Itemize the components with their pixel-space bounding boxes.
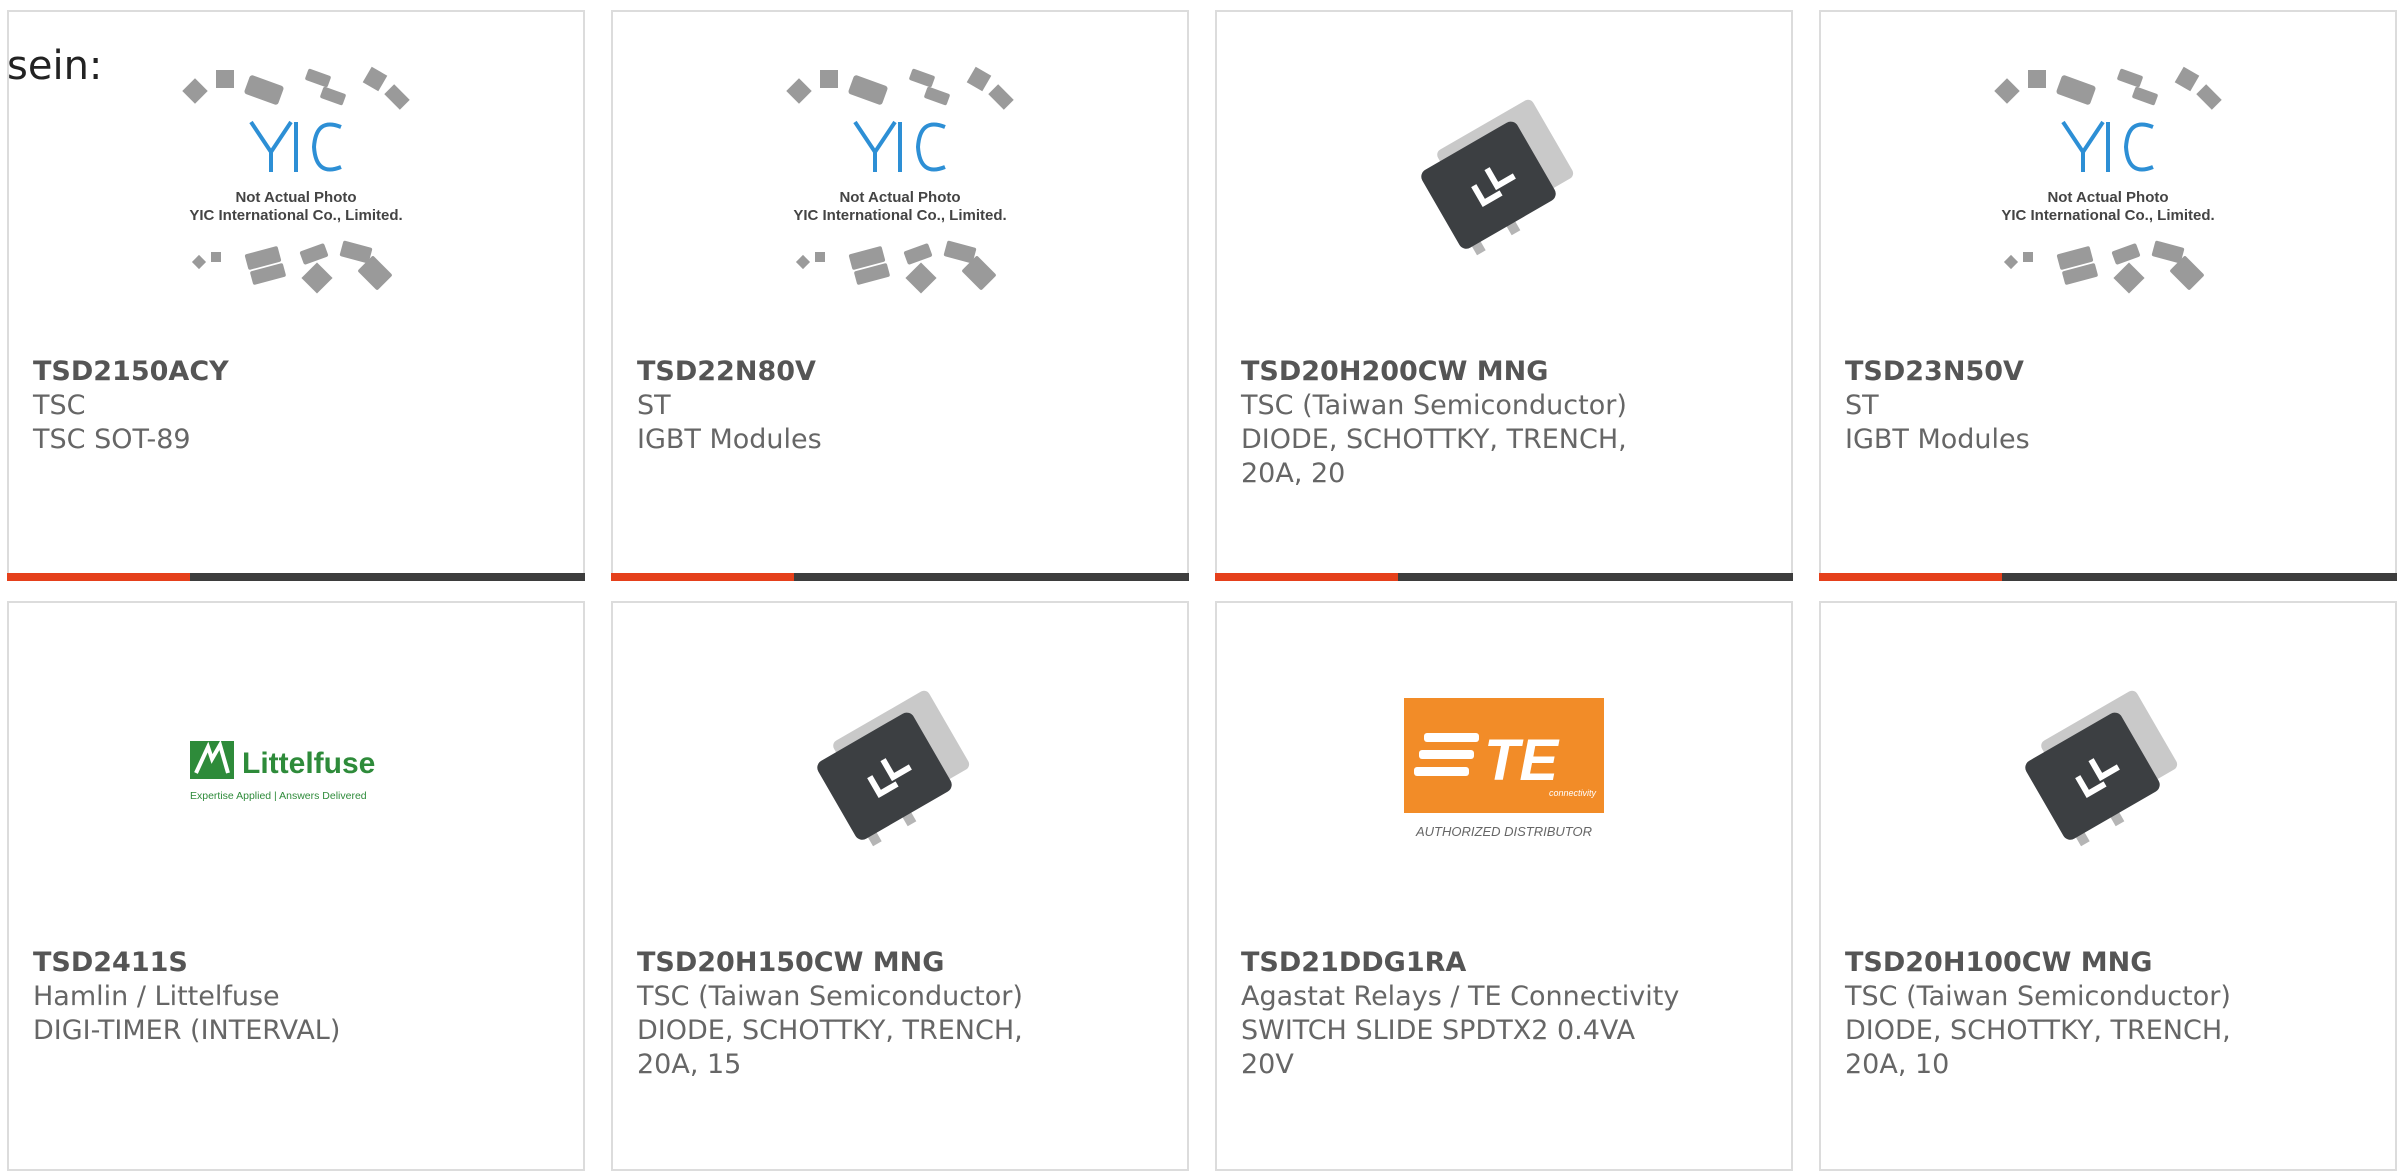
- description: 20A, 20: [1241, 458, 1346, 489]
- description: DIODE, SCHOTTKY, TRENCH,: [637, 1015, 1023, 1046]
- description: IGBT Modules: [1845, 424, 2030, 455]
- product-image-logo: TE connectivity AUTHORIZED DISTRIBUTOR: [1217, 603, 1791, 943]
- card-accent-bar: [7, 573, 585, 581]
- svg-text:Not Actual Photo: Not Actual Photo: [235, 189, 356, 206]
- manufacturer: TSC (Taiwan Semiconductor): [1845, 981, 2231, 1012]
- product-card[interactable]: TSD20H200CW MNG TSC (Taiwan Semiconducto…: [1215, 10, 1793, 581]
- manufacturer: TSC: [33, 390, 86, 421]
- product-card[interactable]: TE connectivity AUTHORIZED DISTRIBUTOR T…: [1215, 601, 1793, 1171]
- product-card[interactable]: Not Actual Photo YIC International Co., …: [7, 10, 585, 581]
- description: 20A, 15: [637, 1049, 742, 1080]
- product-card[interactable]: Littelfuse Expertise Applied | Answers D…: [7, 601, 585, 1171]
- card-accent-bar: [1215, 573, 1793, 581]
- part-number[interactable]: TSD20H150CW MNG: [637, 946, 1097, 980]
- product-image-logo: Littelfuse Expertise Applied | Answers D…: [9, 603, 583, 943]
- description: SWITCH SLIDE SPDTX2 0.4VA: [1241, 1015, 1636, 1046]
- description: DIGI-TIMER (INTERVAL): [33, 1015, 341, 1046]
- svg-text:Expertise Applied | Answers De: Expertise Applied | Answers Delivered: [190, 790, 367, 802]
- svg-text:YIC International Co., Limited: YIC International Co., Limited.: [189, 207, 402, 224]
- product-image-placeholder: Not Actual Photo YIC International Co., …: [1821, 12, 2395, 352]
- product-card[interactable]: Not Actual Photo YIC International Co., …: [611, 10, 1189, 581]
- part-number[interactable]: TSD21DDG1RA: [1241, 946, 1701, 980]
- svg-text:Not Actual Photo: Not Actual Photo: [839, 189, 960, 206]
- svg-text:Not Actual Photo: Not Actual Photo: [2047, 189, 2168, 206]
- part-number[interactable]: TSD2150ACY: [33, 355, 493, 389]
- part-number[interactable]: TSD22N80V: [637, 355, 1097, 389]
- description: DIODE, SCHOTTKY, TRENCH,: [1241, 424, 1627, 455]
- part-number[interactable]: TSD20H200CW MNG: [1241, 355, 1701, 389]
- manufacturer: Hamlin / Littelfuse: [33, 981, 280, 1012]
- svg-text:YIC International Co., Limited: YIC International Co., Limited.: [2001, 207, 2214, 224]
- part-number[interactable]: TSD2411S: [33, 946, 493, 980]
- product-card[interactable]: Not Actual Photo YIC International Co., …: [1819, 10, 2397, 581]
- manufacturer: Agastat Relays / TE Connectivity: [1241, 981, 1680, 1012]
- manufacturer: TSC (Taiwan Semiconductor): [1241, 390, 1627, 421]
- part-number[interactable]: TSD23N50V: [1845, 355, 2305, 389]
- description: 20V: [1241, 1049, 1294, 1080]
- description: DIODE, SCHOTTKY, TRENCH,: [1845, 1015, 2231, 1046]
- product-image-placeholder: Not Actual Photo YIC International Co., …: [613, 12, 1187, 352]
- svg-text:Littelfuse: Littelfuse: [242, 747, 375, 780]
- description: IGBT Modules: [637, 424, 822, 455]
- product-image-chip: [1821, 603, 2395, 943]
- svg-text:connectivity: connectivity: [1549, 788, 1597, 798]
- product-card[interactable]: TSD20H150CW MNG TSC (Taiwan Semiconducto…: [611, 601, 1189, 1171]
- svg-text:YIC International Co., Limited: YIC International Co., Limited.: [793, 207, 1006, 224]
- lead-text: sein:: [7, 43, 103, 89]
- card-accent-bar: [1819, 573, 2397, 581]
- manufacturer: ST: [637, 390, 671, 421]
- svg-text:AUTHORIZED DISTRIBUTOR: AUTHORIZED DISTRIBUTOR: [1415, 824, 1592, 839]
- description: 20A, 10: [1845, 1049, 1950, 1080]
- description: TSC SOT-89: [33, 424, 191, 455]
- manufacturer: TSC (Taiwan Semiconductor): [637, 981, 1023, 1012]
- card-accent-bar: [611, 573, 1189, 581]
- product-card[interactable]: TSD20H100CW MNG TSC (Taiwan Semiconducto…: [1819, 601, 2397, 1171]
- svg-text:TE: TE: [1484, 728, 1560, 793]
- product-image-chip: [1217, 12, 1791, 352]
- manufacturer: ST: [1845, 390, 1879, 421]
- product-image-chip: [613, 603, 1187, 943]
- product-grid: Not Actual Photo YIC International Co., …: [0, 0, 2400, 1171]
- part-number[interactable]: TSD20H100CW MNG: [1845, 946, 2305, 980]
